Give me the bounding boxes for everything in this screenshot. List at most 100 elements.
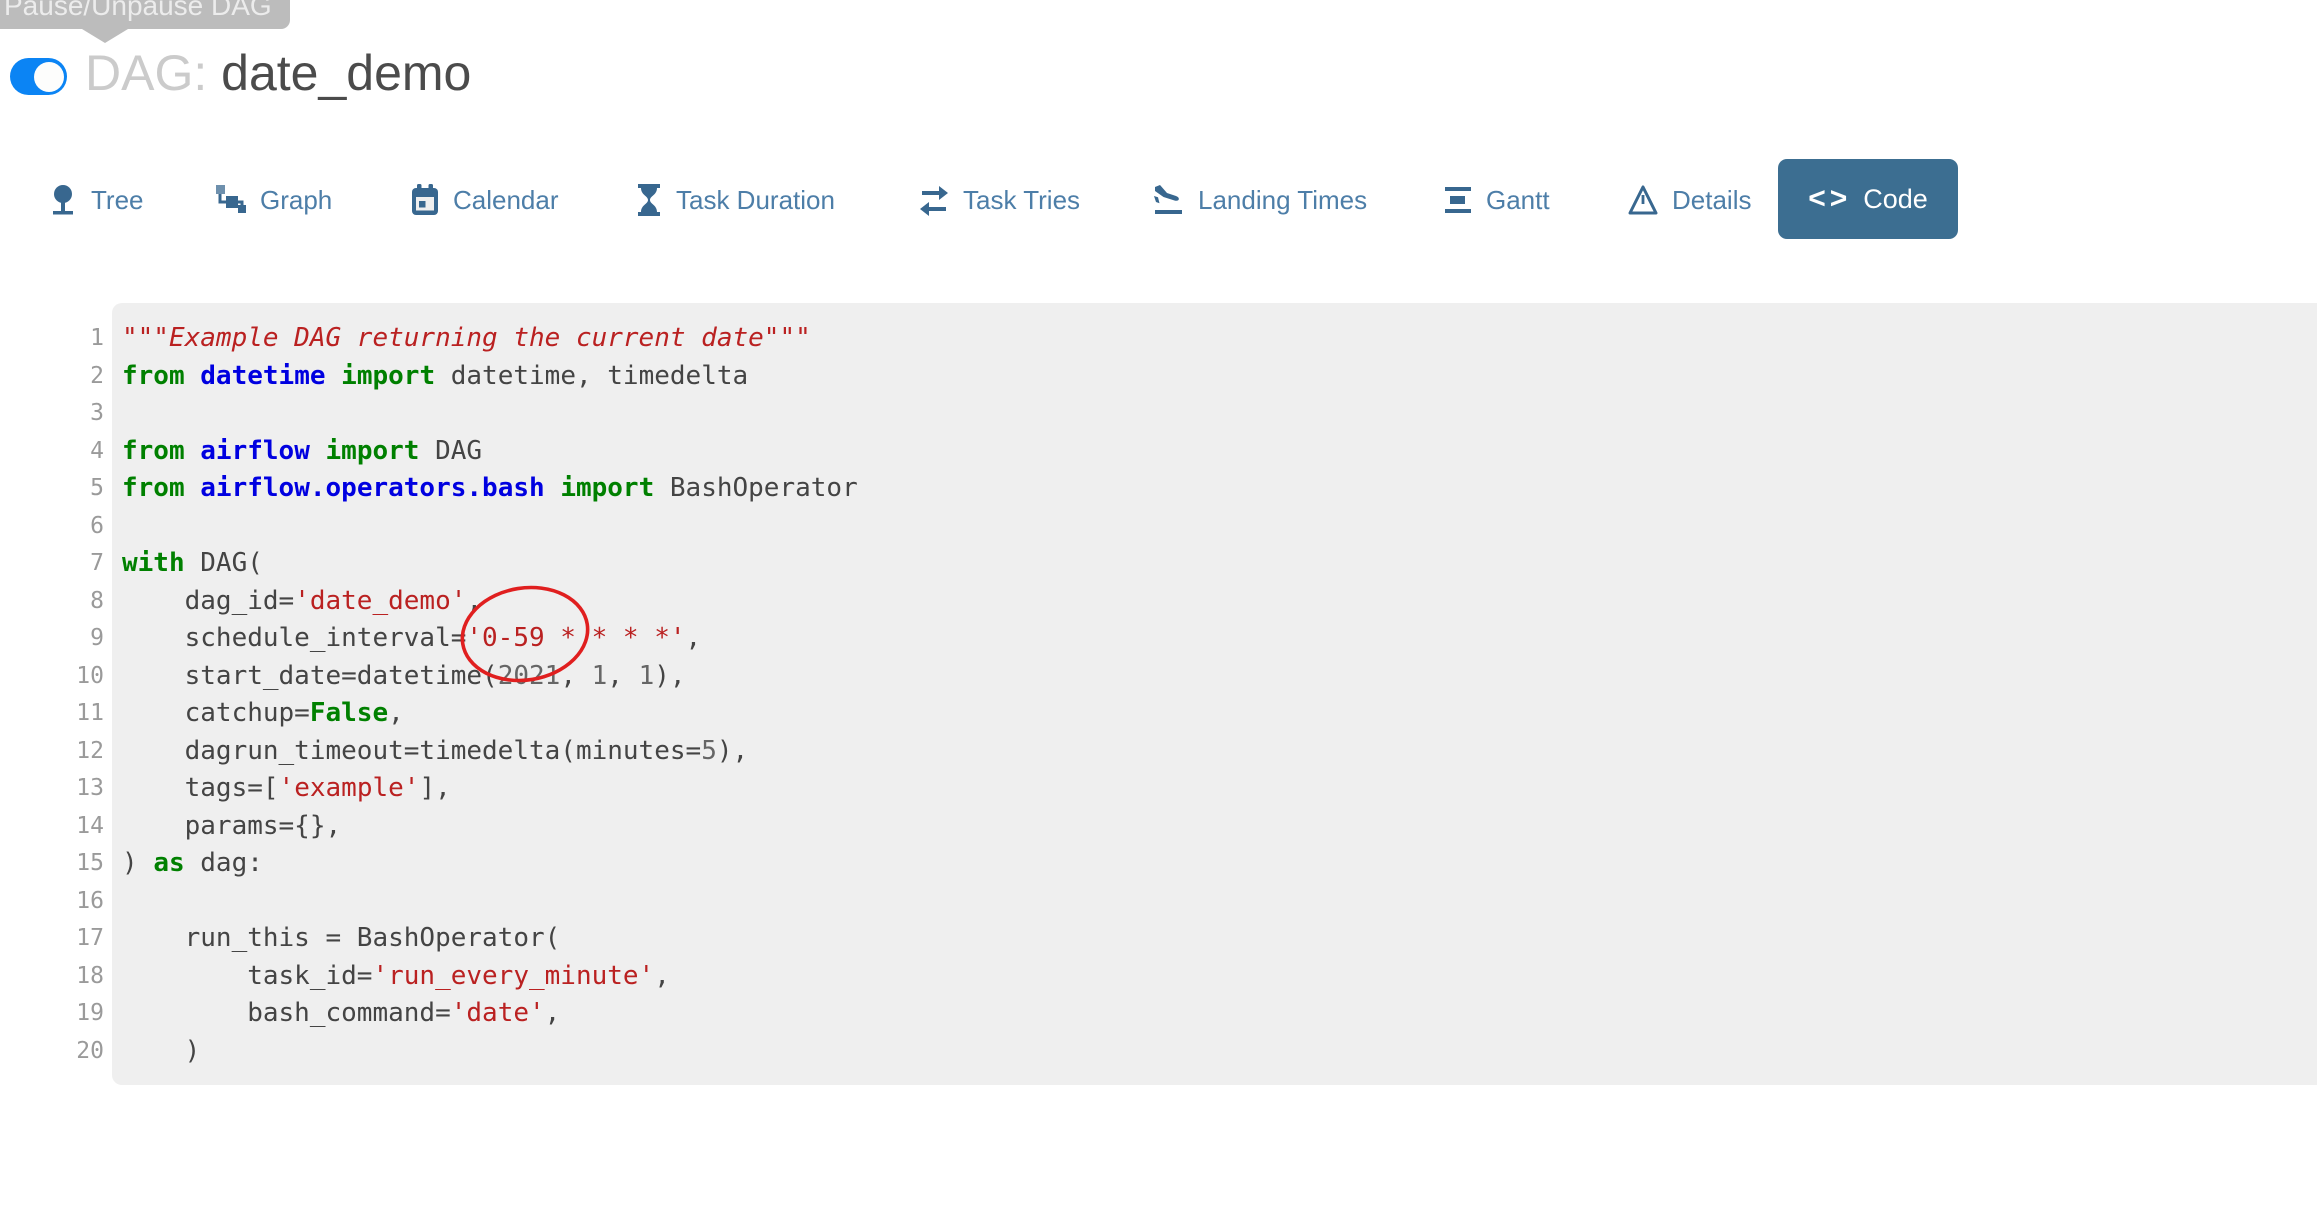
line-number: 4 <box>20 433 104 471</box>
code-line: ) as dag: <box>122 845 2297 883</box>
code-token: import <box>560 473 654 503</box>
code-token: 5 <box>701 736 717 766</box>
code-line: """Example DAG returning the current dat… <box>122 320 2297 358</box>
code-token: 2021 <box>498 661 561 691</box>
code-token: catchup= <box>122 698 310 728</box>
code-token: 1 <box>592 661 608 691</box>
tab-gantt[interactable]: Gantt <box>1443 176 1550 224</box>
code-token: 'example' <box>279 773 420 803</box>
tab-tree[interactable]: Tree <box>48 176 144 224</box>
code-token: bash_command= <box>122 998 451 1028</box>
tooltip-arrow <box>82 29 128 43</box>
code-token: airflow.operators.bash <box>200 473 544 503</box>
calendar-icon <box>410 184 440 216</box>
line-number: 12 <box>20 733 104 771</box>
pause-unpause-tooltip: Pause/Unpause DAG <box>0 0 290 29</box>
tab-label: Calendar <box>453 185 559 216</box>
dag-label: DAG: <box>85 45 207 101</box>
tab-task-duration[interactable]: Task Duration <box>635 176 835 224</box>
code-token: DAG <box>419 436 482 466</box>
code-line: from airflow import DAG <box>122 433 2297 471</box>
code-token: ) <box>122 848 153 878</box>
code-token <box>185 473 201 503</box>
code-token: from <box>122 361 185 391</box>
plane-landing-icon <box>1153 184 1185 216</box>
code-line: task_id='run_every_minute', <box>122 958 2297 996</box>
code-token: ), <box>717 736 748 766</box>
code-token: """Example DAG returning the current dat… <box>122 323 811 353</box>
toggle-knob <box>34 62 64 92</box>
line-number: 11 <box>20 695 104 733</box>
dag-pause-toggle[interactable] <box>10 58 67 95</box>
code-line: dagrun_timeout=timedelta(minutes=5), <box>122 733 2297 771</box>
gantt-bars-icon <box>1443 184 1473 216</box>
code-line: with DAG( <box>122 545 2297 583</box>
graph-icon <box>215 184 247 216</box>
tab-landing-times[interactable]: Landing Times <box>1153 176 1367 224</box>
code-token: , <box>388 698 404 728</box>
line-number: 6 <box>20 508 104 546</box>
code-token: import <box>341 361 435 391</box>
line-number: 1 <box>20 320 104 358</box>
code-token: airflow <box>200 436 310 466</box>
code-token: schedule_interval= <box>122 623 466 653</box>
code-token: 'date' <box>451 998 545 1028</box>
triangle-icon <box>1627 184 1659 216</box>
code-line: params={}, <box>122 808 2297 846</box>
code-line: from datetime import datetime, timedelta <box>122 358 2297 396</box>
code-token: 1 <box>639 661 655 691</box>
line-number: 5 <box>20 470 104 508</box>
code-line: dag_id='date_demo', <box>122 583 2297 621</box>
code-line: schedule_interval='0-59 * * * *', <box>122 620 2297 658</box>
code-token: datetime, timedelta <box>435 361 748 391</box>
line-number: 19 <box>20 995 104 1033</box>
line-number: 17 <box>20 920 104 958</box>
code-token: dagrun_timeout=timedelta(minutes= <box>122 736 701 766</box>
code-token: ], <box>419 773 450 803</box>
code-token <box>326 361 342 391</box>
hourglass-icon <box>635 184 663 216</box>
dag-name: date_demo <box>221 45 471 101</box>
code-token: ) <box>122 1036 200 1066</box>
code-line: bash_command='date', <box>122 995 2297 1033</box>
line-number: 3 <box>20 395 104 433</box>
code-token <box>185 361 201 391</box>
tab-graph[interactable]: Graph <box>215 176 332 224</box>
line-number: 16 <box>20 883 104 921</box>
tab-details[interactable]: Details <box>1627 176 1751 224</box>
tab-label: Code <box>1863 184 1928 215</box>
tab-label: Landing Times <box>1198 185 1367 216</box>
code-token <box>545 473 561 503</box>
code-line: from airflow.operators.bash import BashO… <box>122 470 2297 508</box>
line-number: 14 <box>20 808 104 846</box>
line-number: 18 <box>20 958 104 996</box>
code-token <box>310 436 326 466</box>
tab-code[interactable]: <> Code <box>1778 159 1958 239</box>
line-number: 7 <box>20 545 104 583</box>
tab-label: Task Tries <box>963 185 1080 216</box>
code-token: task_id= <box>122 961 372 991</box>
line-number: 8 <box>20 583 104 621</box>
tab-label: Task Duration <box>676 185 835 216</box>
line-number: 10 <box>20 658 104 696</box>
code-token: '0-59 * * * *' <box>466 623 685 653</box>
code-token: start_date=datetime( <box>122 661 498 691</box>
code-line <box>122 395 2297 433</box>
line-number: 20 <box>20 1033 104 1071</box>
code-token: params={}, <box>122 811 341 841</box>
code-line: tags=['example'], <box>122 770 2297 808</box>
code-token: , <box>545 998 561 1028</box>
tab-label: Tree <box>91 185 144 216</box>
tab-calendar[interactable]: Calendar <box>410 176 559 224</box>
code-token: datetime <box>200 361 325 391</box>
line-number: 2 <box>20 358 104 396</box>
code-token: with <box>122 548 185 578</box>
code-token: import <box>326 436 420 466</box>
repeat-icon <box>918 184 950 216</box>
code-token: dag_id= <box>122 586 294 616</box>
tab-label: Details <box>1672 185 1751 216</box>
tab-task-tries[interactable]: Task Tries <box>918 176 1080 224</box>
code-line <box>122 508 2297 546</box>
code-token: BashOperator <box>654 473 858 503</box>
code-token: 'run_every_minute' <box>372 961 654 991</box>
